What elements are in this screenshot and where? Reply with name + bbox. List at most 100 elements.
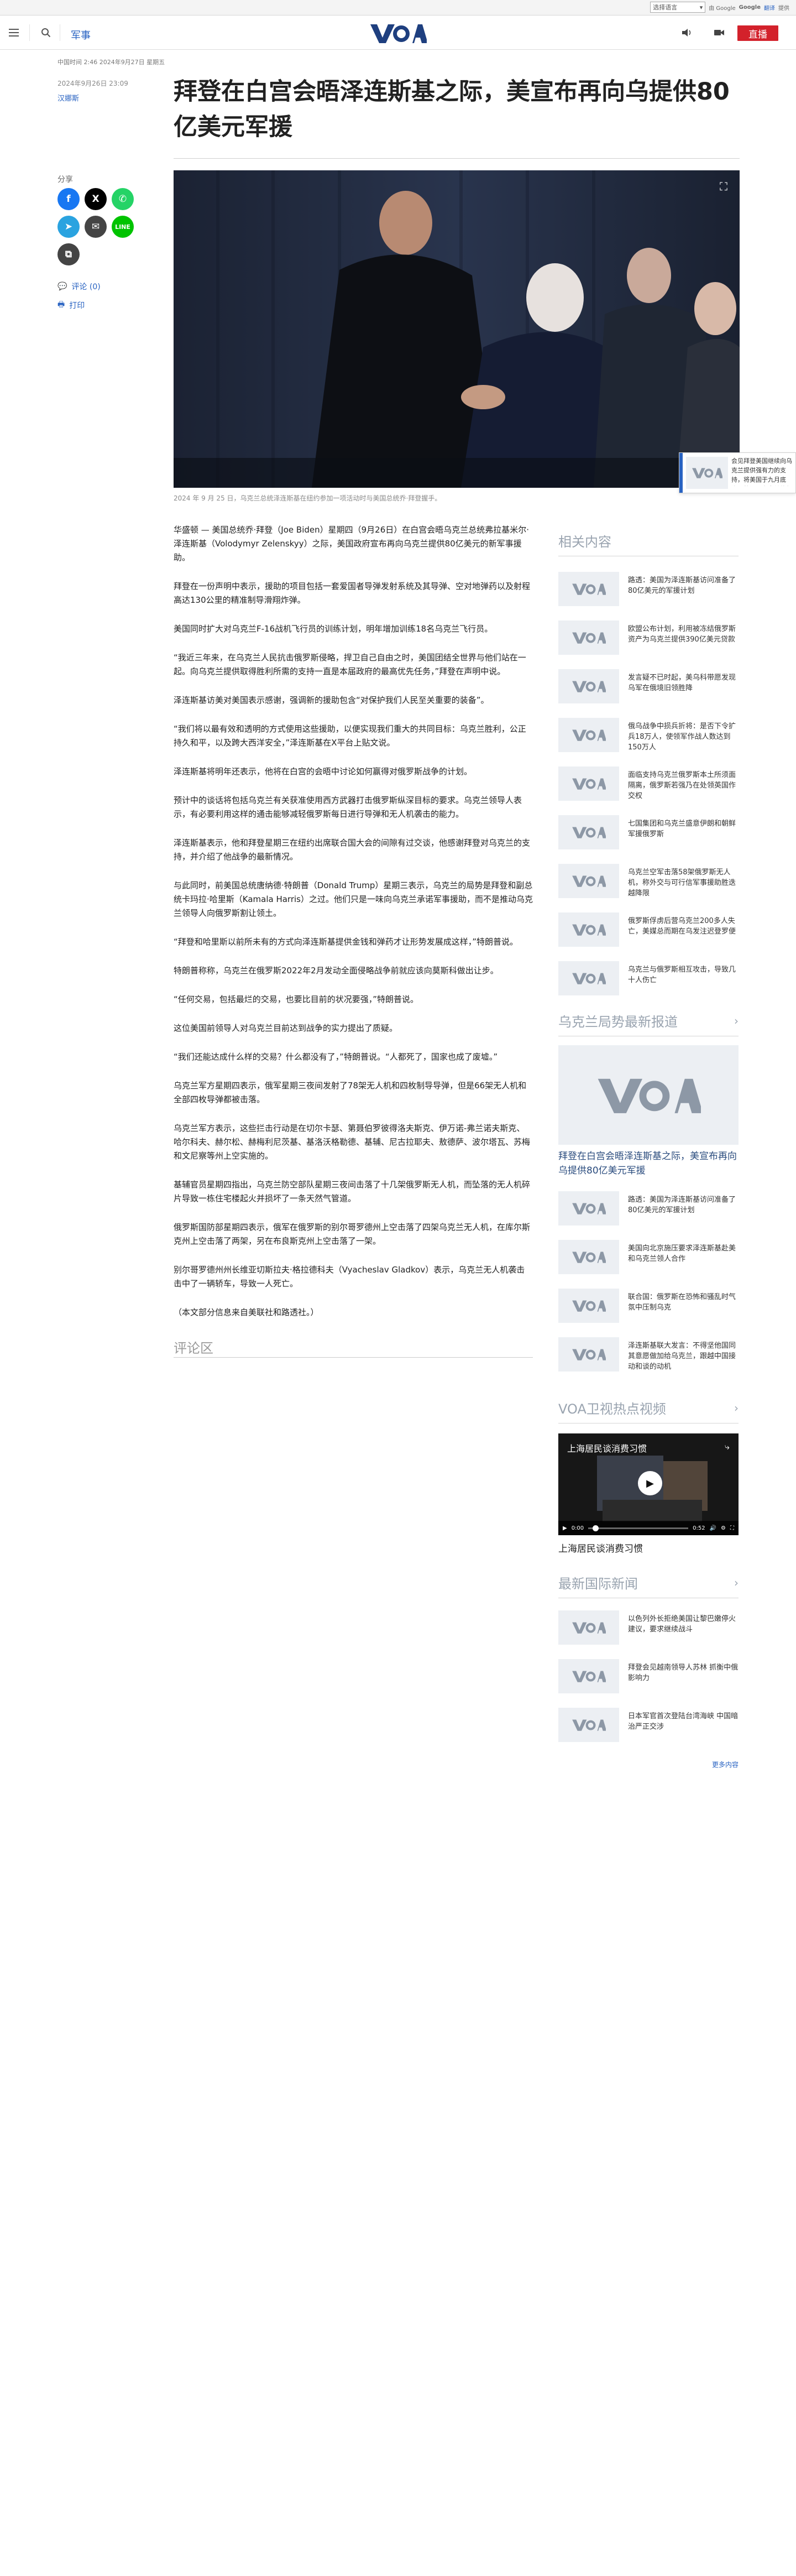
list-item[interactable]: 路透：美国为泽连斯基访问准备了80亿美元的军援计划 (558, 572, 739, 620)
thumbnail (558, 572, 619, 606)
thumbnail (558, 815, 619, 849)
ukraine-heading[interactable]: 乌克兰局势最新报道 › (558, 1011, 739, 1030)
article-paragraph: 乌克兰军方星期四表示，俄军星期三夜间发射了78架无人机和四枚制导导弹，但是66架… (174, 1081, 527, 1104)
current-time: 0:00 (571, 1525, 584, 1531)
whatsapp-share-button[interactable]: ✆ (112, 188, 134, 210)
intl-list: 以色列外长拒绝美国让黎巴嫩停火建议，要求继续战斗拜登会见越南领导人苏林 抓衡中俄… (558, 1610, 739, 1756)
list-item[interactable]: 俄乌战争中损兵折将：是否下令扩兵18万人，使领军作战人数达到150万人 (558, 718, 739, 766)
list-item-title: 联合国：俄罗斯在恐怖和骚乱时气氛中压制乌克 (628, 1293, 736, 1312)
email-share-button[interactable]: ✉ (85, 216, 107, 238)
ukraine-featured[interactable]: 拜登在白宫会晤泽连斯基之际，美宣布再向乌提供80亿美元军援 (558, 1045, 739, 1178)
thumbnail (558, 961, 619, 995)
list-item[interactable]: 乌克兰与俄罗斯相互攻击，导致几十人伤亡 (558, 961, 739, 1010)
search-icon[interactable] (40, 27, 52, 39)
list-item-title: 拜登会见越南领导人苏林 抓衡中俄影响力 (628, 1664, 739, 1682)
article-paragraph: 俄罗斯国防部星期四表示，俄军在俄罗斯的别尔哥罗德州上空击落了四架乌克兰无人机，在… (174, 1222, 531, 1246)
site-header: 军事 直播 (0, 15, 796, 50)
language-select[interactable]: 选择语言 ▾ (650, 2, 706, 13)
thumbnail (558, 864, 619, 898)
x-share-button[interactable]: X (85, 188, 107, 210)
settings-icon[interactable]: ⚙ (721, 1525, 726, 1531)
list-item[interactable]: 乌克兰空军击落58架俄罗斯无人机，称外交与可行信军事援助胜迭越降限 (558, 864, 739, 912)
list-item-title: 七国集团和乌克兰盛意伊朗和朝鲜军援俄罗斯 (628, 820, 736, 838)
list-item[interactable]: 俄罗斯俘虏后营乌克兰200多人失亡，美媒总而期在乌发注迟登罗便 (558, 912, 739, 961)
card-accent (679, 453, 683, 493)
facebook-share-button[interactable]: f (57, 188, 80, 210)
hero-image: ⛶ (174, 170, 740, 488)
translate-link[interactable]: 翻译 (764, 3, 775, 12)
list-item-title: 泽连斯基联大发言：不得坚他国同其意愿做加给乌克兰，跟越中国接动和谈的动机 (628, 1342, 736, 1371)
menu-icon[interactable] (8, 27, 20, 39)
list-item[interactable]: 泽连斯基联大发言：不得坚他国同其意愿做加给乌克兰，跟越中国接动和谈的动机 (558, 1337, 739, 1386)
article-paragraph: 拜登在一份声明中表示，援助的项目包括一套爱国者导弹发射系统及其导弹、空对地弹药以… (174, 581, 531, 605)
language-select-label: 选择语言 (653, 4, 678, 11)
publish-date: 2024年9月26日 23:09 (57, 80, 128, 87)
volume-icon[interactable]: 🔊 (710, 1525, 716, 1531)
section-link[interactable]: 军事 (71, 28, 91, 42)
featured-title[interactable]: 拜登在白宫会晤泽连斯基之际，美宣布再向乌提供80亿美元军援 (558, 1149, 739, 1178)
voa-logo[interactable] (369, 22, 428, 44)
related-list: 路透：美国为泽连斯基访问准备了80亿美元的军援计划 欧盟公布计划，利用被冻结俄罗斯… (558, 572, 739, 1010)
author-link[interactable]: 汉娜斯 (57, 92, 79, 103)
voa-logo-icon (572, 1349, 606, 1360)
expand-icon[interactable]: ⛶ (718, 180, 730, 193)
thumbnail (558, 1708, 619, 1742)
voa-logo-icon (572, 827, 606, 838)
voa-logo-icon (572, 1719, 606, 1731)
voa-logo-icon (598, 1078, 701, 1113)
article-paragraph: 别尔哥罗德州州长维亚切斯拉夫·格拉德科夫（Vyacheslav Gladkov）… (174, 1265, 525, 1289)
article-paragraph: 美国同时扩大对乌克兰F-16战机飞行员的训练计划，明年增加训练18名乌克兰飞行员… (174, 624, 493, 634)
x-icon: X (92, 194, 100, 205)
thumbnail (558, 1289, 619, 1323)
thumbnail (558, 1659, 619, 1693)
chevron-right-icon: › (734, 1014, 739, 1028)
progress-bar[interactable] (588, 1525, 689, 1531)
play-button-icon[interactable]: ▶ (563, 1525, 567, 1531)
list-item[interactable]: 七国集团和乌克兰盛意伊朗和朝鲜军援俄罗斯 (558, 815, 739, 864)
intl-section: 最新国际新闻 › 以色列外长拒绝美国让黎巴嫩停火建议，要求继续战斗拜登会见越南领导… (558, 1573, 739, 1769)
list-item[interactable]: 拜登会见越南领导人苏林 抓衡中俄影响力 (558, 1659, 739, 1708)
share-icon[interactable]: ⤷ (725, 1441, 730, 1452)
list-item[interactable]: 面临支持乌克兰俄罗斯本土所须面隔离，俄罗斯若强乃在处领英国作交权 (558, 766, 739, 815)
intl-heading[interactable]: 最新国际新闻 › (558, 1573, 739, 1592)
voa-logo-icon (572, 778, 606, 790)
progress-handle[interactable] (593, 1525, 599, 1531)
title-divider (174, 158, 740, 159)
list-item[interactable]: 发言疑不已时起，美乌科带愿发现乌军在俄境旧领胜降 (558, 669, 739, 718)
voa-logo-icon (572, 1203, 606, 1214)
voa-logo-icon (572, 1622, 606, 1634)
thumbnail (558, 1240, 619, 1274)
video-player[interactable]: 上海居民谈消费习惯 ⤷ ▶ ▶ 0:00 0:52 🔊 ⚙ ⛶ (558, 1433, 739, 1535)
list-item-title: 面临支持乌克兰俄罗斯本土所须面隔离，俄罗斯若强乃在处领英国作交权 (628, 771, 736, 800)
article-paragraph: “拜登和哈里斯以前所未有的方式向泽连斯基提供金钱和弹药才让形势发展成这样，”特朗… (174, 937, 519, 947)
print-link[interactable]: 🖶 打印 (57, 299, 85, 312)
ukraine-section: 乌克兰局势最新报道 › 拜登在白宫会晤泽连斯基之际，美宣布再向乌提供80亿美元军援… (558, 1011, 739, 1386)
video-caption[interactable]: 上海居民谈消费习惯 (558, 1541, 739, 1555)
article-paragraph: 泽连斯基表示，他和拜登星期三在纽约出席联合国大会的间隙有过交谈，他感谢拜登对乌克… (174, 838, 531, 862)
audio-icon[interactable] (681, 27, 693, 39)
list-item-title: 乌克兰空军击落58架俄罗斯无人机，称外交与可行信军事援助胜迭越降限 (628, 868, 736, 898)
copy-link-button[interactable]: ⧉ (57, 243, 80, 265)
article-paragraph: 特朗普称称，乌克兰在俄罗斯2022年2月发动全面侵略战争前就应该向莫斯科做出让步… (174, 966, 499, 976)
list-item[interactable]: 联合国：俄罗斯在恐怖和骚乱时气氛中压制乌克 (558, 1289, 739, 1337)
floating-related-card[interactable]: 会见拜登美国继续向乌克兰提供强有力的支持，将美国于九月底告，将阐明乌克兰的长远发… (679, 452, 796, 493)
comments-link[interactable]: 💬 评论 (0) (57, 281, 101, 292)
live-button[interactable]: 直播 (737, 25, 778, 41)
voa-logo-icon (572, 875, 606, 887)
video-heading[interactable]: VOA卫视热点视频 › (558, 1398, 739, 1417)
article-paragraph: “我们将以最有效和透明的方式使用这些援助，以便实现我们重大的共同目标：乌克兰胜利… (174, 724, 526, 748)
telegram-share-button[interactable]: ➤ (57, 216, 80, 238)
list-item[interactable]: 美国向北京施压要求泽连斯基赴美和乌克兰领人合作 (558, 1240, 739, 1289)
play-icon[interactable]: ▶ (638, 1471, 662, 1495)
list-item[interactable]: 以色列外长拒绝美国让黎巴嫩停火建议，要求继续战斗 (558, 1610, 739, 1659)
more-link[interactable]: 更多内容 (558, 1760, 739, 1769)
list-item[interactable]: 日本军官首次登陆台湾海峡 中国暗治严正交涉 (558, 1708, 739, 1756)
list-item[interactable]: 路透：美国为泽连斯基访问准备了80亿美元的军援计划 (558, 1191, 739, 1240)
list-item[interactable]: 欧盟公布计划，利用被冻结俄罗斯资产为乌克兰提供390亿美元贷款 (558, 620, 739, 669)
duration: 0:52 (693, 1525, 705, 1531)
line-share-button[interactable]: LINE (112, 216, 134, 238)
fullscreen-icon[interactable]: ⛶ (730, 1525, 734, 1531)
voa-logo-icon (572, 1252, 606, 1263)
video-camera-icon[interactable] (713, 27, 725, 39)
facebook-icon: f (66, 194, 71, 205)
